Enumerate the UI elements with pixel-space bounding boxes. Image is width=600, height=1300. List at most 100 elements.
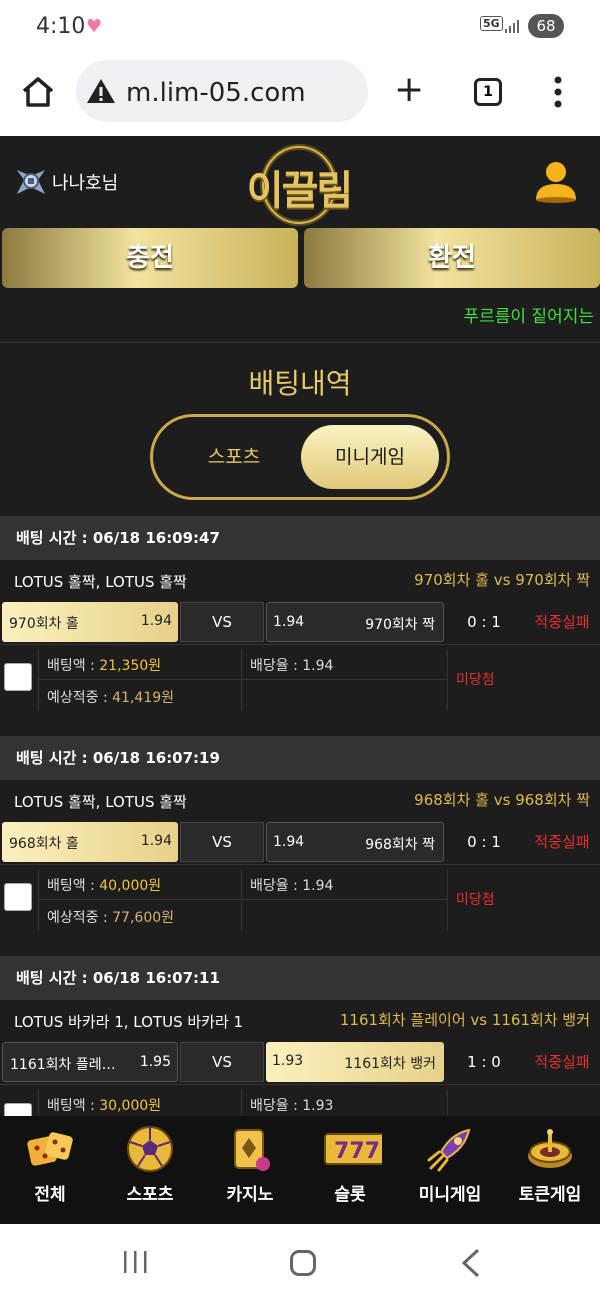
bet-amount-line: 배팅액 : 21,350원 xyxy=(47,655,161,675)
rate-column: 배당율 : 1.93 xyxy=(242,1089,448,1116)
svg-text:777: 777 xyxy=(334,1139,380,1164)
slot-777-icon: 777 xyxy=(324,1133,382,1165)
nav-label: 카지노 xyxy=(226,1185,274,1205)
new-tab-icon[interactable]: + xyxy=(394,72,424,108)
nav-tokengame[interactable]: 토큰게임 xyxy=(500,1116,600,1224)
rate-label: 배당율 : xyxy=(250,658,303,674)
rate-label: 배당율 : xyxy=(250,878,303,894)
rate-line: 배당율 : 1.93 xyxy=(250,1095,333,1115)
select-checkbox[interactable] xyxy=(4,883,32,911)
bet-time: 배팅 시간 : 06/18 16:07:11 xyxy=(0,956,600,1000)
site-content: 나나호님 이끌림 충전 환전 푸르름이 짙어지는 배팅내역 스포츠 미니게임 배… xyxy=(0,136,600,1116)
signal-icon xyxy=(505,20,519,33)
nav-casino[interactable]: 카지노 xyxy=(200,1116,300,1224)
tab-sports[interactable]: 스포츠 xyxy=(175,427,293,487)
charge-button[interactable]: 충전 xyxy=(2,228,298,288)
bet-game-row: LOTUS 홀짝, LOTUS 홀짝 968회차 홀 vs 968회차 짝 xyxy=(0,780,600,820)
rate-label: 배당율 : xyxy=(250,1098,303,1114)
nav-slot[interactable]: 777 슬롯 xyxy=(300,1116,400,1224)
nav-all[interactable]: 전체 xyxy=(0,1116,100,1224)
bottom-nav: 전체 스포츠 카지노 777 슬롯 미니게임 토큰게임 xyxy=(0,1116,600,1224)
home-odds: 1.94 xyxy=(140,613,172,629)
back-icon[interactable] xyxy=(460,1248,482,1278)
result: 적중실패 xyxy=(534,833,590,851)
detail-divider xyxy=(38,679,448,680)
address-bar[interactable]: m.lim-05.com xyxy=(76,60,368,122)
home-odds: 1.95 xyxy=(139,1054,171,1070)
expected-win: 41,419원 xyxy=(112,690,175,706)
away-odds: 1.93 xyxy=(272,1053,304,1069)
category-toggle: 스포츠 미니게임 xyxy=(150,414,450,500)
browser-toolbar: m.lim-05.com + 1 xyxy=(0,56,600,136)
bet-record: 배팅 시간 : 06/18 16:07:19 LOTUS 홀짝, LOTUS 홀… xyxy=(0,736,600,956)
cards-icon xyxy=(234,1129,270,1171)
logo-text: 이끌림 xyxy=(246,168,353,214)
recents-icon[interactable] xyxy=(122,1250,148,1274)
profile-icon[interactable] xyxy=(532,156,580,204)
away-pick-label: 968회차 짝 xyxy=(365,837,435,853)
select-checkbox[interactable] xyxy=(4,1103,32,1116)
away-pick: 1.94 970회차 짝 xyxy=(266,602,444,642)
battery-indicator: 68 xyxy=(528,14,564,38)
home-pick-label: 968회차 홀 xyxy=(9,836,79,852)
home-button[interactable] xyxy=(290,1250,316,1276)
pick-row: 1161회차 플레… 1.95 VS 1.93 1161회차 뱅커 1 : 0 … xyxy=(0,1040,600,1084)
warning-icon[interactable] xyxy=(86,78,116,104)
rate-line: 배당율 : 1.94 xyxy=(250,655,333,675)
bet-detail: 배팅액 : 30,000원 배당율 : 1.93 xyxy=(0,1084,600,1116)
home-pick-label: 970회차 홀 xyxy=(9,616,79,632)
expected-win: 77,600원 xyxy=(112,910,175,926)
vs-label: VS xyxy=(180,602,264,642)
tab-minigame[interactable]: 미니게임 xyxy=(301,425,439,489)
rate-value: 1.93 xyxy=(302,1098,334,1114)
result: 적중실패 xyxy=(534,1053,590,1071)
rate-value: 1.94 xyxy=(302,658,334,674)
detail-divider xyxy=(38,899,448,900)
bet-amount: 30,000원 xyxy=(99,1098,162,1114)
away-odds: 1.94 xyxy=(273,834,305,850)
amount-column: 배팅액 : 30,000원 xyxy=(38,1089,242,1116)
more-options-icon[interactable] xyxy=(548,74,568,110)
home-pick-label: 1161회차 플레… xyxy=(10,1057,116,1073)
select-checkbox[interactable] xyxy=(4,663,32,691)
site-logo[interactable]: 이끌림 xyxy=(244,142,354,228)
away-pick-label: 970회차 짝 xyxy=(365,617,435,633)
roulette-icon xyxy=(528,1129,572,1168)
home-pick: 1161회차 플레… 1.95 xyxy=(2,1042,178,1082)
home-pick: 968회차 홀 1.94 xyxy=(2,822,178,862)
bet-amount-line: 배팅액 : 40,000원 xyxy=(47,875,161,895)
score: 0 : 1 xyxy=(467,833,501,851)
rate-line: 배당율 : 1.94 xyxy=(250,875,333,895)
divider xyxy=(0,342,600,343)
match-info: 968회차 홀 vs 968회차 짝 xyxy=(414,791,590,809)
bet-amount: 40,000원 xyxy=(99,878,162,894)
tab-switcher-button[interactable]: 1 xyxy=(474,78,502,106)
bet-game-row: LOTUS 홀짝, LOTUS 홀짝 970회차 홀 vs 970회차 짝 xyxy=(0,560,600,600)
home-icon[interactable] xyxy=(20,74,56,110)
bet-detail: 배팅액 : 40,000원 예상적중 : 77,600원 배당율 : 1.94 … xyxy=(0,864,600,956)
away-pick: 1.94 968회차 짝 xyxy=(266,822,444,862)
nav-sports[interactable]: 스포츠 xyxy=(100,1116,200,1224)
game-name: LOTUS 홀짝, LOTUS 홀짝 xyxy=(14,573,187,591)
away-odds: 1.94 xyxy=(273,614,305,630)
home-pick: 970회차 홀 1.94 xyxy=(2,602,178,642)
exchange-button[interactable]: 환전 xyxy=(304,228,600,288)
match-info: 970회차 홀 vs 970회차 짝 xyxy=(414,571,590,589)
away-pick: 1.93 1161회차 뱅커 xyxy=(266,1042,444,1082)
score: 0 : 1 xyxy=(467,613,501,631)
bet-detail: 배팅액 : 21,350원 예상적중 : 41,419원 배당율 : 1.94 … xyxy=(0,644,600,736)
bet-amount-label: 배팅액 : xyxy=(47,878,100,894)
rate-column: 배당율 : 1.94 xyxy=(242,869,448,931)
bet-status: 미당첨 xyxy=(456,892,495,908)
user-info[interactable]: 나나호님 xyxy=(14,166,118,198)
bet-amount: 21,350원 xyxy=(99,658,162,674)
away-pick-label: 1161회차 뱅커 xyxy=(344,1056,436,1072)
soccer-ball-icon xyxy=(127,1126,173,1172)
page-title: 배팅내역 xyxy=(248,367,352,400)
network-type: 5G xyxy=(480,16,503,31)
nav-minigame[interactable]: 미니게임 xyxy=(400,1116,500,1224)
dice-icon xyxy=(27,1132,73,1166)
match-info: 1161회차 플레이어 vs 1161회차 뱅커 xyxy=(339,1011,590,1029)
expected-line: 예상적중 : 77,600원 xyxy=(47,907,174,927)
bet-time: 배팅 시간 : 06/18 16:07:19 xyxy=(0,736,600,780)
